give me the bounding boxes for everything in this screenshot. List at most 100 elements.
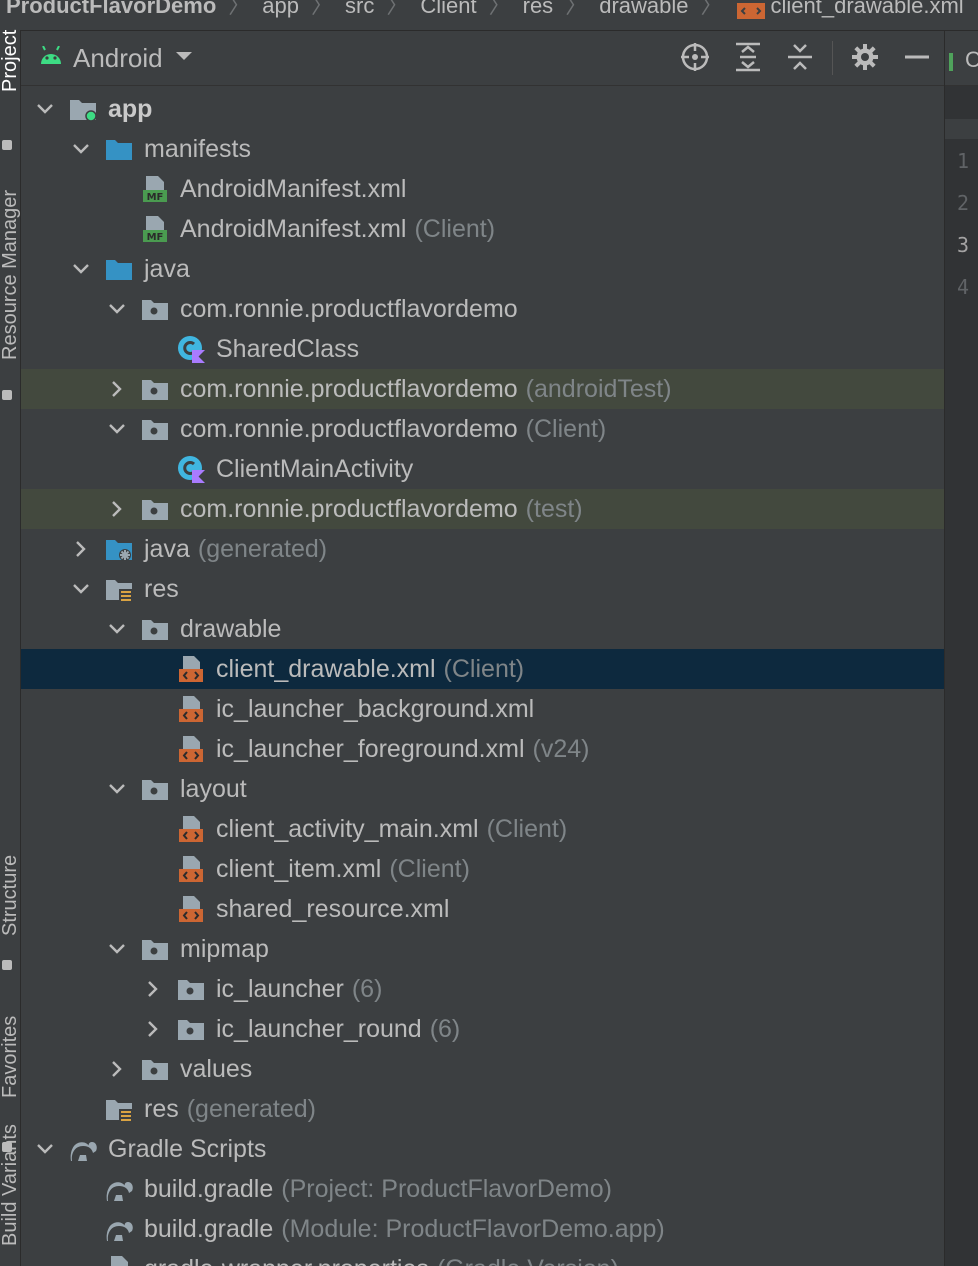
- tree-row[interactable]: ic_launcher_round (6): [21, 1009, 944, 1049]
- tree-row[interactable]: values: [21, 1049, 944, 1089]
- tree-row[interactable]: SharedClass: [21, 329, 944, 369]
- chevron-down-icon[interactable]: [106, 778, 128, 800]
- tool-window-icon: [2, 960, 12, 970]
- expand-all-icon: [734, 42, 762, 77]
- tree-item-name: com.ronnie.productflavordemo: [180, 375, 518, 403]
- breadcrumb-item[interactable]: res: [517, 0, 560, 18]
- project-view-selector[interactable]: Android: [39, 43, 193, 73]
- tree-row[interactable]: MF AndroidManifest.xml (Client): [21, 209, 944, 249]
- chevron-right-icon[interactable]: [142, 978, 164, 1000]
- gradle-elephant-icon: [69, 1135, 97, 1163]
- tree-item-name: mipmap: [180, 935, 269, 963]
- select-opened-file-button[interactable]: [679, 42, 711, 75]
- chevron-down-icon[interactable]: [70, 258, 92, 280]
- tree-row[interactable]: build.gradle (Module: ProductFlavorDemo.a…: [21, 1209, 944, 1249]
- tree-row[interactable]: com.ronnie.productflavordemo: [21, 289, 944, 329]
- tree-row[interactable]: gradle-wrapper.properties (Gradle Version…: [21, 1249, 944, 1266]
- tree-item-label: Gradle Scripts: [108, 1135, 267, 1163]
- tree-item-label: layout: [180, 775, 247, 803]
- tree-row[interactable]: com.ronnie.productflavordemo (androidTest…: [21, 369, 944, 409]
- line-number: 4: [957, 275, 970, 299]
- collapse-all-button[interactable]: [784, 43, 816, 75]
- breadcrumb-separator: 〉: [228, 0, 251, 18]
- chevron-right-icon[interactable]: [106, 378, 128, 400]
- hide-panel-button[interactable]: [901, 43, 933, 75]
- tree-item-name: layout: [180, 775, 247, 803]
- tree-row[interactable]: app: [21, 89, 944, 129]
- tree-row[interactable]: mipmap: [21, 929, 944, 969]
- tree-row[interactable]: MF AndroidManifest.xml: [21, 169, 944, 209]
- breadcrumb-item[interactable]: app: [256, 0, 305, 18]
- chevron-right-icon[interactable]: [142, 1018, 164, 1040]
- tree-item-label: SharedClass: [216, 337, 359, 362]
- chevron-down-icon[interactable]: [106, 418, 128, 440]
- tree-row[interactable]: Gradle Scripts: [21, 1129, 944, 1169]
- tree-row[interactable]: res: [21, 569, 944, 609]
- chevron-down-icon[interactable]: [34, 98, 56, 120]
- tool-window-icon: [2, 1142, 12, 1152]
- line-number: 1: [957, 149, 970, 173]
- editor-area: C 1 2 3 4: [944, 31, 978, 1266]
- breadcrumb-item[interactable]: ProductFlavorDemo: [0, 0, 222, 18]
- tree-item-label: ic_launcher_foreground.xml (v24): [216, 737, 589, 762]
- chevron-down-icon[interactable]: [106, 938, 128, 960]
- tree-row[interactable]: manifests: [21, 129, 944, 169]
- minimize-icon: [903, 43, 931, 76]
- tree-item-name: java: [144, 255, 190, 283]
- tree-row[interactable]: ic_launcher (6): [21, 969, 944, 1009]
- dropdown-arrow-icon: [175, 49, 193, 67]
- tree-item-label: ic_launcher_background.xml: [216, 697, 534, 722]
- tree-row[interactable]: ClientMainActivity: [21, 449, 944, 489]
- tree-row[interactable]: drawable: [21, 609, 944, 649]
- tree-item-note: (generated): [197, 535, 328, 563]
- package-folder-icon: [141, 935, 169, 963]
- tool-window-tab-structure[interactable]: Structure: [0, 855, 22, 936]
- line-number: 2: [957, 191, 970, 215]
- tree-item-name: Gradle Scripts: [108, 1135, 267, 1163]
- tree-row[interactable]: ic_launcher_foreground.xml (v24): [21, 729, 944, 769]
- tree-row[interactable]: shared_resource.xml: [21, 889, 944, 929]
- tree-row[interactable]: layout: [21, 769, 944, 809]
- tree-item-label: ic_launcher_round (6): [216, 1017, 460, 1042]
- tree-item-label: shared_resource.xml: [216, 897, 449, 922]
- breadcrumb-item[interactable]: src: [339, 0, 380, 18]
- tree-row[interactable]: java (generated): [21, 529, 944, 569]
- tree-item-label: drawable: [180, 617, 281, 642]
- tree-row[interactable]: client_drawable.xml (Client): [21, 649, 944, 689]
- chevron-down-icon[interactable]: [70, 578, 92, 600]
- expand-all-button[interactable]: [732, 42, 764, 77]
- kotlin-class-icon: [177, 335, 205, 363]
- tree-row[interactable]: com.ronnie.productflavordemo (test): [21, 489, 944, 529]
- tool-window-tab-favorites[interactable]: Favorites: [0, 1016, 22, 1098]
- tree-item-name: res: [144, 575, 179, 603]
- settings-button[interactable]: [849, 43, 881, 75]
- chevron-right-icon[interactable]: [106, 498, 128, 520]
- tree-row[interactable]: build.gradle (Project: ProductFlavorDemo): [21, 1169, 944, 1209]
- tree-item-name: build.gradle: [144, 1175, 274, 1203]
- tool-window-tab-resource-manager[interactable]: Resource Manager: [0, 190, 22, 360]
- xml-file-icon: [177, 655, 205, 683]
- project-panel-header: Android: [21, 31, 946, 86]
- chevron-down-icon[interactable]: [106, 298, 128, 320]
- chevron-down-icon[interactable]: [70, 138, 92, 160]
- tree-row[interactable]: res (generated): [21, 1089, 944, 1129]
- tree-item-label: res (generated): [144, 1097, 316, 1122]
- tree-row[interactable]: client_activity_main.xml (Client): [21, 809, 944, 849]
- tree-row[interactable]: com.ronnie.productflavordemo (Client): [21, 409, 944, 449]
- tree-item-name: build.gradle: [144, 1215, 274, 1243]
- editor-tab[interactable]: C: [945, 31, 978, 86]
- chevron-down-icon[interactable]: [106, 618, 128, 640]
- breadcrumb-item[interactable]: client_drawable.xml: [765, 0, 970, 18]
- chevron-down-icon[interactable]: [34, 1138, 56, 1160]
- breadcrumb-item[interactable]: Client: [414, 0, 482, 18]
- chevron-right-icon[interactable]: [106, 1058, 128, 1080]
- breadcrumb-item[interactable]: drawable: [593, 0, 694, 18]
- tree-row[interactable]: client_item.xml (Client): [21, 849, 944, 889]
- tool-window-tab-project[interactable]: Project: [0, 30, 22, 92]
- chevron-right-icon[interactable]: [70, 538, 92, 560]
- package-folder-icon: [177, 975, 205, 1003]
- tree-row[interactable]: ic_launcher_background.xml: [21, 689, 944, 729]
- tree-row[interactable]: java: [21, 249, 944, 289]
- package-folder-icon: [177, 1015, 205, 1043]
- svg-text:MF: MF: [147, 232, 164, 243]
